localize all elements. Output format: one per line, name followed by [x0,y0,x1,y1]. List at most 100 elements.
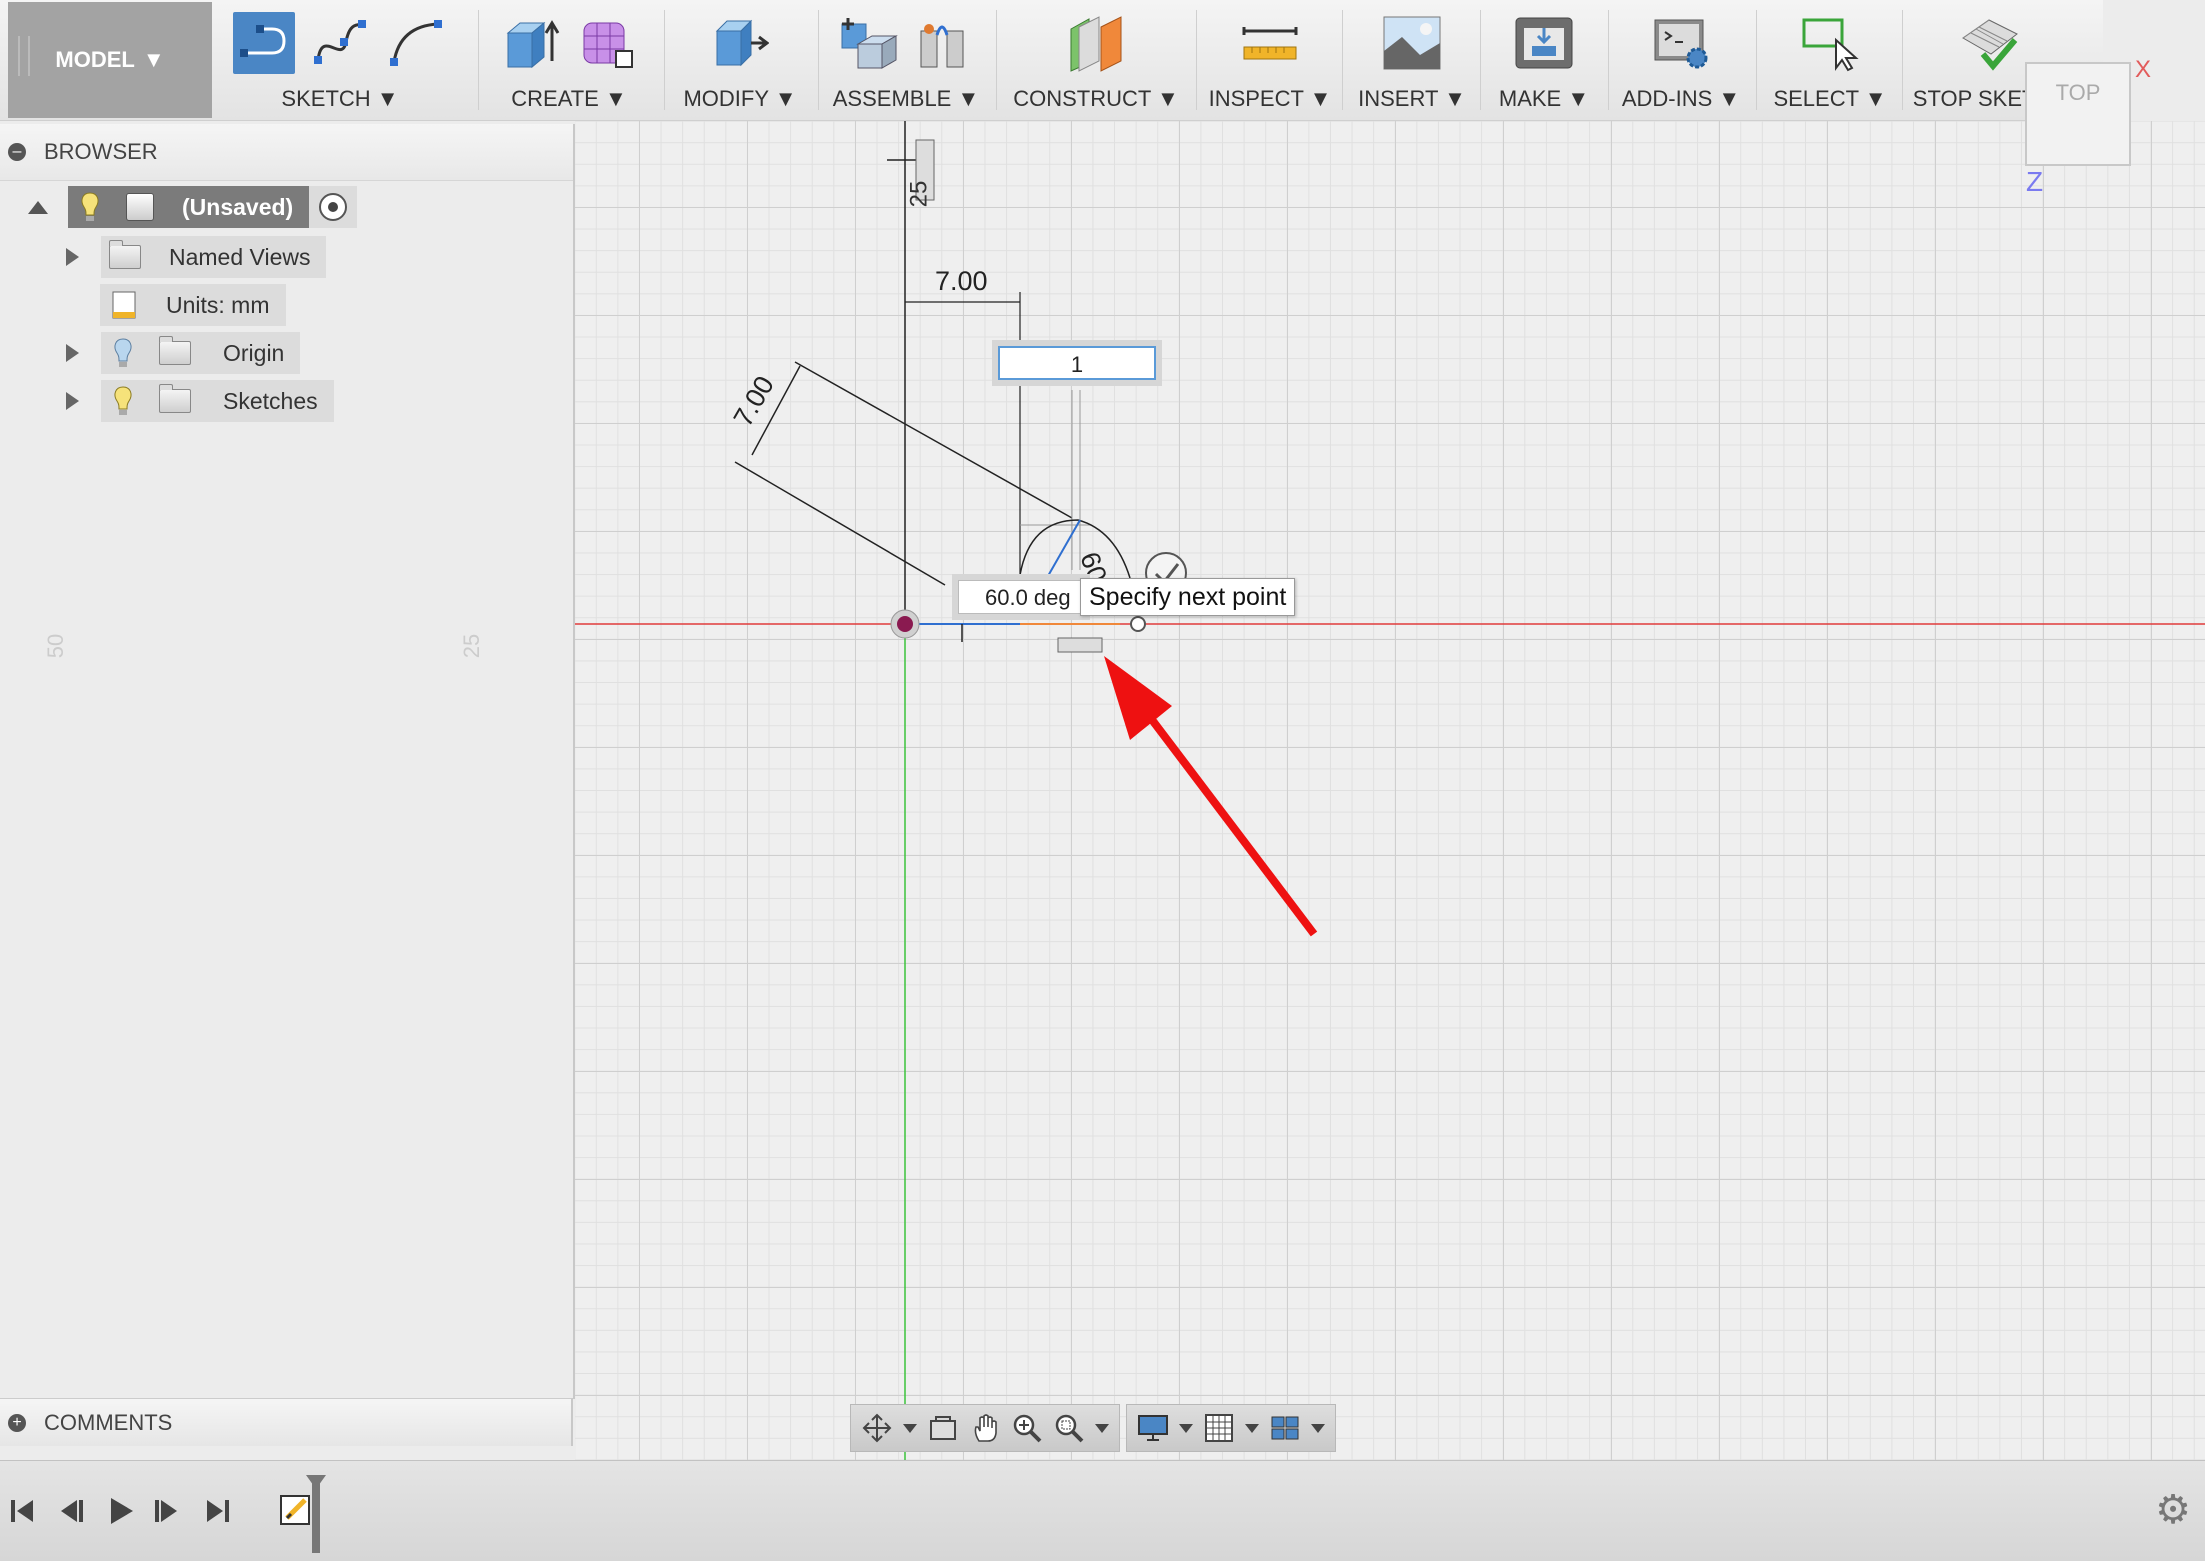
grid-settings-icon[interactable] [1203,1412,1235,1444]
timeline-marker-head[interactable] [306,1475,326,1489]
sketch-menu[interactable]: SKETCH ▼ [216,86,464,112]
comments-panel-header[interactable]: + COMMENTS [0,1398,573,1446]
viewports-icon[interactable] [1269,1412,1301,1444]
display-settings-icon[interactable] [1137,1412,1169,1444]
nav-display-group [1126,1404,1336,1452]
pan-hand-icon[interactable] [969,1412,1001,1444]
scripts-icon[interactable] [1650,12,1712,74]
extrude-icon[interactable] [500,12,562,74]
make-group: MAKE ▼ [1484,0,1604,120]
browser-panel: – BROWSER (Unsaved) Named Views Units: m… [0,124,575,1399]
angle-input[interactable]: 60.0 deg [958,580,1084,614]
select-icon[interactable] [1799,12,1861,74]
orbit-icon[interactable] [861,1412,893,1444]
modify-group: MODIFY ▼ [670,0,810,120]
chevron-down-icon[interactable] [903,1423,917,1433]
sketch-canvas[interactable] [575,121,2205,1460]
folder-icon [109,240,141,269]
insert-group: INSERT ▼ [1346,0,1478,120]
body-icon [126,193,154,221]
play-icon[interactable] [100,1491,140,1531]
expand-triangle-icon[interactable] [66,248,79,266]
form-icon[interactable] [576,12,638,74]
make-menu[interactable]: MAKE ▼ [1484,86,1604,112]
assemble-menu[interactable]: ASSEMBLE ▼ [822,86,990,112]
look-at-icon[interactable] [927,1412,959,1444]
line-icon[interactable] [233,12,295,74]
comments-title: COMMENTS [44,1409,173,1435]
chevron-down-icon: ▼ [142,47,165,72]
chevron-down-icon[interactable] [1095,1423,1109,1433]
chevron-down-icon[interactable] [1311,1423,1325,1433]
select-group: SELECT ▼ [1760,0,1900,120]
tree-item-named-views[interactable]: Named Views [66,236,327,278]
nav-tools-group [850,1404,1120,1452]
spline-icon[interactable] [309,12,371,74]
length-input[interactable]: 1 [998,346,1156,380]
collapse-triangle-icon[interactable] [28,200,48,214]
viewcube-face-label[interactable]: TOP [2056,80,2101,105]
expand-triangle-icon[interactable] [66,392,79,410]
stop-sketch-icon[interactable] [1959,12,2021,74]
ruler-label-right: 25 [459,633,485,659]
zoom-icon[interactable] [1011,1412,1043,1444]
dimension-horizontal[interactable]: 7.00 [935,266,988,297]
new-component-icon[interactable] [837,12,899,74]
joint-icon[interactable] [913,12,975,74]
tree-item-sketches[interactable]: Sketches [66,380,334,422]
press-pull-icon[interactable] [709,12,771,74]
timeline-settings-gear-icon[interactable]: ⚙ [2155,1487,2191,1533]
insert-image-icon[interactable] [1381,12,1443,74]
document-icon [112,291,136,319]
step-forward-icon[interactable] [148,1491,188,1531]
chevron-down-icon[interactable] [1245,1423,1259,1433]
workspace-label: MODEL [55,47,135,72]
activate-radio-icon[interactable] [319,193,348,221]
go-to-start-icon[interactable] [2,1491,42,1531]
3d-print-icon[interactable] [1513,12,1575,74]
assemble-group: ASSEMBLE ▼ [822,0,990,120]
select-menu[interactable]: SELECT ▼ [1760,86,1900,112]
create-group: CREATE ▼ [484,0,654,120]
tree-root[interactable]: (Unsaved) [28,186,358,228]
tree-item-label: Named Views [169,243,311,270]
inspect-menu[interactable]: INSPECT ▼ [1200,86,1340,112]
viewcube-axis-x: X [2135,56,2152,83]
navigation-bar [850,1404,1338,1452]
folder-icon [159,336,191,365]
viewcube[interactable]: TOP [2025,62,2131,166]
lightbulb-icon[interactable] [78,191,102,223]
offset-plane-icon[interactable] [1065,12,1127,74]
tree-item-origin[interactable]: Origin [66,332,301,374]
modify-menu[interactable]: MODIFY ▼ [670,86,810,112]
collapse-icon[interactable]: – [8,143,26,161]
step-back-icon[interactable] [50,1491,90,1531]
lightbulb-icon[interactable] [111,385,135,417]
addins-menu[interactable]: ADD-INS ▼ [1612,86,1750,112]
lightbulb-icon[interactable] [111,337,135,369]
tooltip-specify-next-point: Specify next point [1080,578,1296,616]
folder-icon [159,384,191,413]
construct-group: CONSTRUCT ▼ [1002,0,1190,120]
expand-triangle-icon[interactable] [66,344,79,362]
browser-title: BROWSER [44,139,158,164]
addins-group: ADD-INS ▼ [1612,0,1750,120]
tree-item-units[interactable]: Units: mm [100,284,286,326]
browser-header[interactable]: – BROWSER [0,124,573,181]
create-menu[interactable]: CREATE ▼ [484,86,654,112]
timeline-bar: ⚙ [0,1460,2205,1561]
sketch-group: SKETCH ▼ [216,0,464,120]
workspace-switcher-button[interactable]: MODEL ▼ [8,2,212,118]
toolbar-grip-handle[interactable] [18,36,30,76]
construct-menu[interactable]: CONSTRUCT ▼ [1002,86,1190,112]
go-to-end-icon[interactable] [198,1491,238,1531]
chevron-down-icon[interactable] [1179,1423,1193,1433]
expand-plus-icon[interactable]: + [8,1413,26,1432]
tree-item-label: Origin [223,339,285,366]
dimension-vertical[interactable]: 25 [905,181,933,208]
arc-icon[interactable] [385,12,447,74]
zoom-window-icon[interactable] [1053,1412,1085,1444]
tree-root-pill[interactable]: (Unsaved) [68,186,310,228]
measure-icon[interactable] [1239,12,1301,74]
insert-menu[interactable]: INSERT ▼ [1346,86,1478,112]
